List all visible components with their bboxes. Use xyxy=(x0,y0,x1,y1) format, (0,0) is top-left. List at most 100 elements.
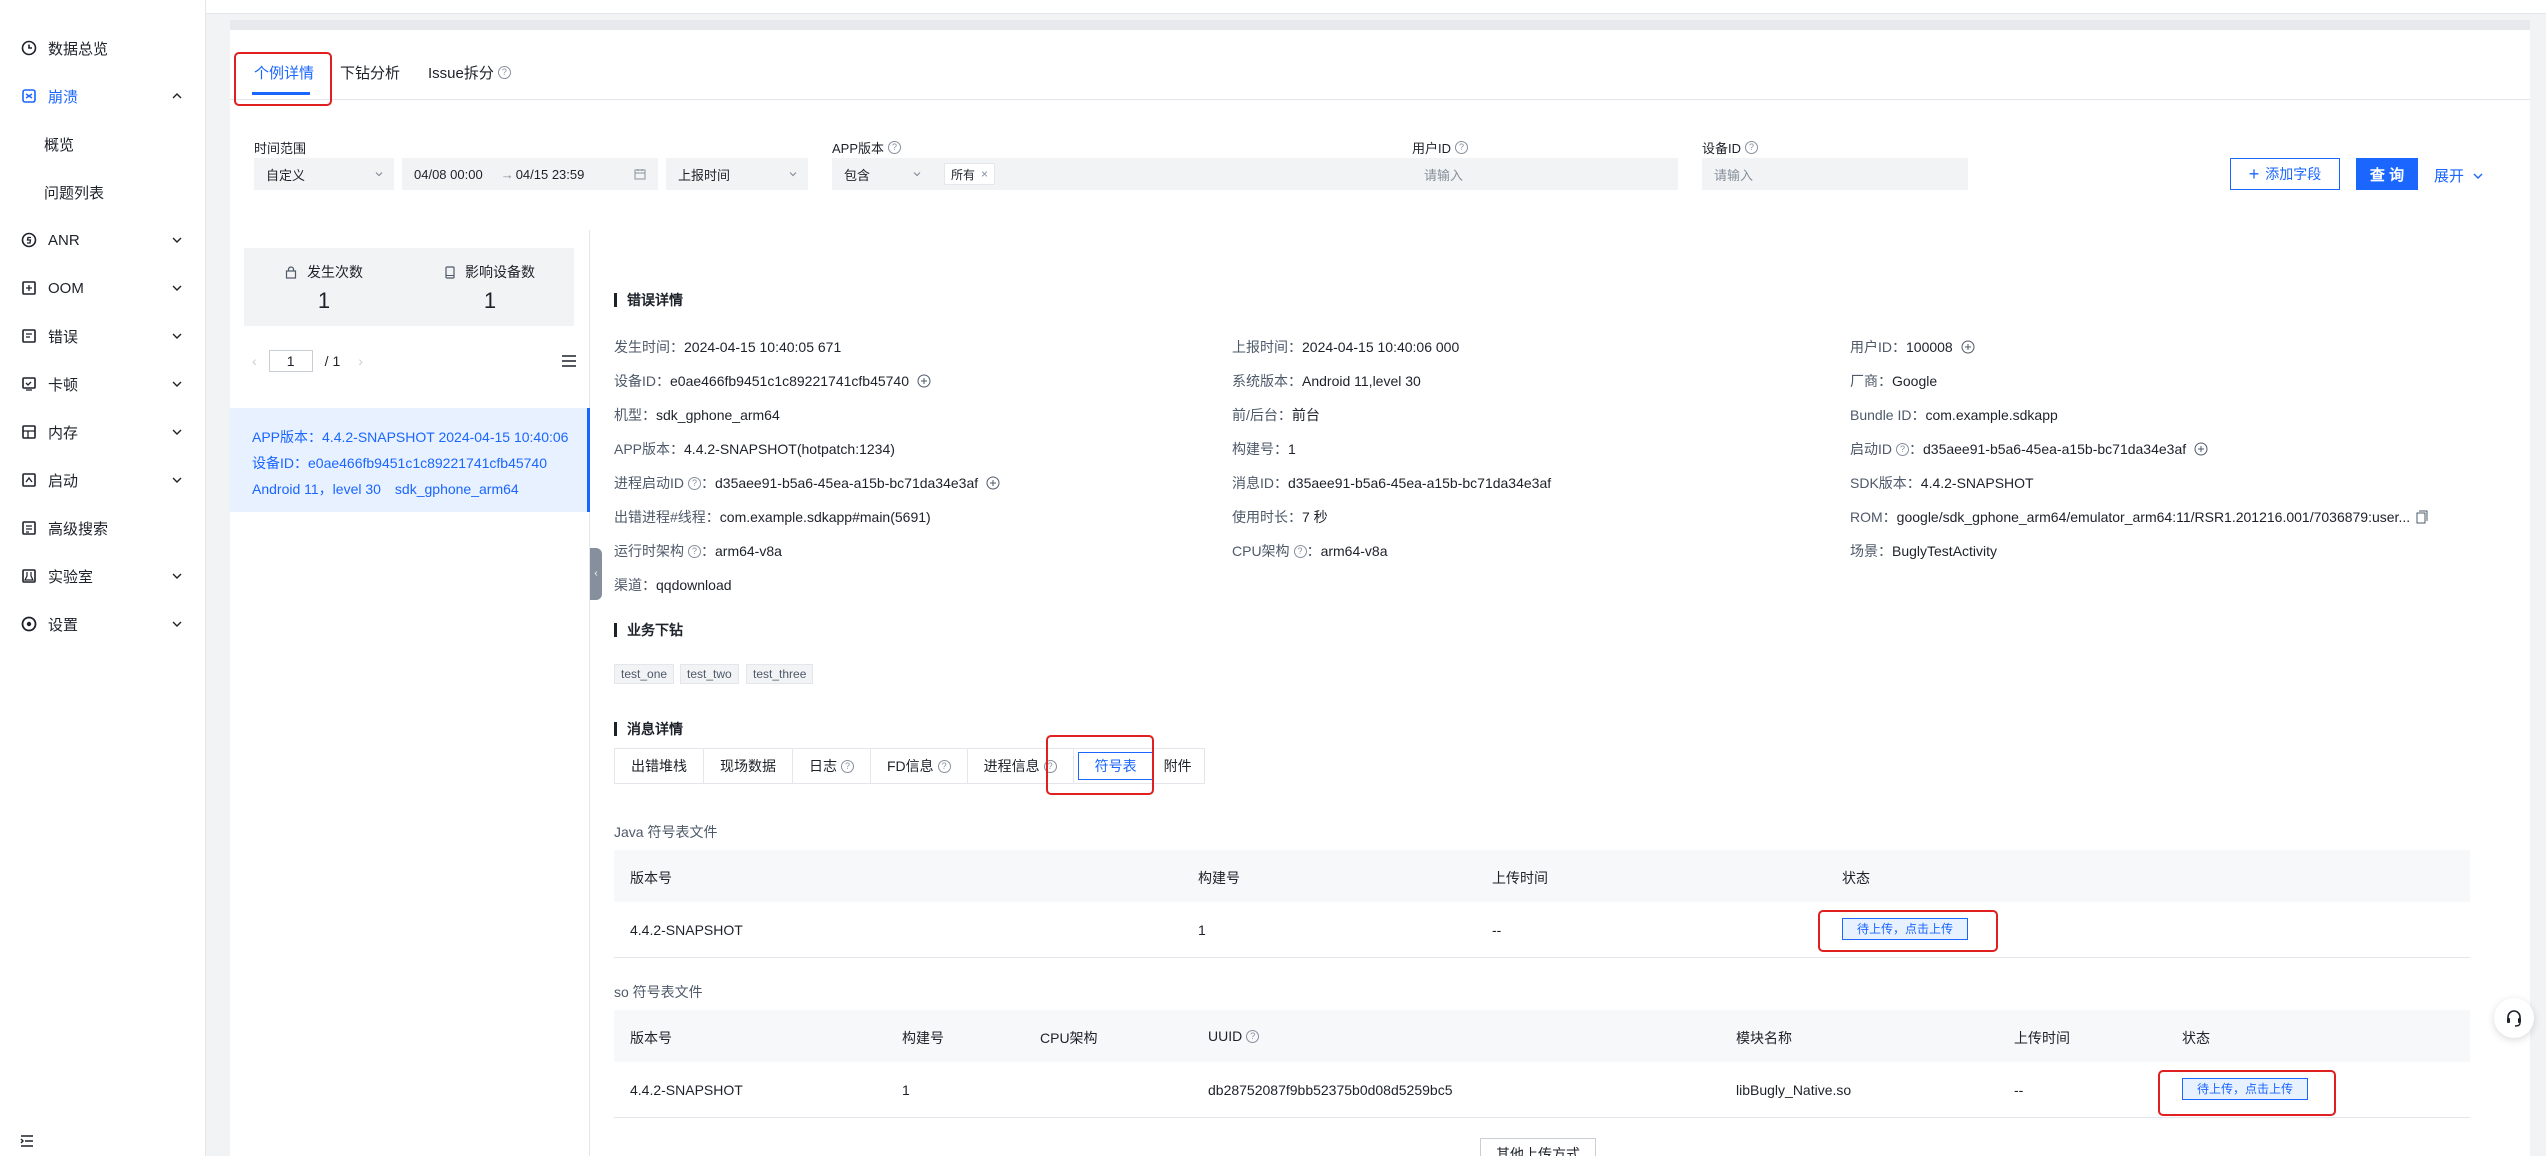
sidebar-item-issue-list[interactable]: 问题列表 xyxy=(0,172,206,212)
collapse-panel-handle[interactable]: ‹ xyxy=(590,548,602,600)
user-id-placeholder: 请输入 xyxy=(1424,167,1464,183)
menu-collapse-icon[interactable] xyxy=(18,1132,36,1150)
colon: ： xyxy=(701,543,715,559)
process-launch-id: 进程启动ID?： d35aee91-b5a6-45ea-a15b-bc71da34… xyxy=(614,473,1000,493)
sidebar-item-oom[interactable]: OOM xyxy=(0,268,206,308)
time-range-select[interactable]: 自定义 xyxy=(254,158,394,190)
user-id-input[interactable]: 请输入 xyxy=(1412,158,1678,190)
column-header: 构建号 xyxy=(902,1030,944,1046)
channel: 渠道： qqdownload xyxy=(614,575,732,595)
report-time-value: 2024-04-15 10:40:06 000 xyxy=(1302,339,1460,355)
sidebar-item-advanced-search[interactable]: 高级搜索 xyxy=(0,508,206,548)
clock-icon xyxy=(20,39,38,57)
query-button[interactable]: 查 询 xyxy=(2356,158,2418,190)
column-header: 状态 xyxy=(1842,870,1870,886)
page-total: / 1 xyxy=(324,353,341,369)
sidebar-item-label: 问题列表 xyxy=(44,184,105,202)
list-icon[interactable] xyxy=(561,354,577,368)
message-id-value: d35aee91-b5a6-45ea-a15b-bc71da34e3af xyxy=(1288,475,1552,491)
lock-icon xyxy=(285,265,297,279)
add-filter-icon[interactable] xyxy=(1961,340,1975,354)
time-type-value: 上报时间 xyxy=(678,167,731,183)
page-input[interactable]: 1 xyxy=(268,350,313,372)
foreground: 前/后台： 前台 xyxy=(1232,405,1320,425)
device-id-input[interactable]: 请输入 xyxy=(1702,158,1968,190)
add-field-button[interactable]: + 添加字段 xyxy=(2230,158,2340,190)
os-version-value: Android 11,level 30 xyxy=(1302,373,1421,389)
sidebar-item-label: 实验室 xyxy=(48,568,94,586)
sidebar-item-anr[interactable]: ANR xyxy=(0,220,206,260)
pager: ‹ 1 / 1 › xyxy=(252,350,363,372)
add-filter-icon[interactable] xyxy=(917,374,931,388)
sidebar-item-crash-overview[interactable]: 概览 xyxy=(0,124,206,164)
sidebar-item-lab[interactable]: 实验室 xyxy=(0,556,206,596)
app-version-tag[interactable]: 所有 × xyxy=(944,163,996,185)
main-content: 个例详情 下钻分析 Issue拆分? 时间范围 自定义 04/08 00:00 … xyxy=(230,30,2530,1156)
other-upload-button[interactable]: 其他上传方式 xyxy=(1480,1138,1596,1156)
so-table-caption: so 符号表文件 xyxy=(614,984,703,1000)
tab-fd[interactable]: FD信息? xyxy=(871,749,968,783)
app-version-op-select[interactable]: 包含 xyxy=(832,158,932,190)
app-version-op: 包含 xyxy=(844,167,871,183)
message-id-key: 消息ID： xyxy=(1232,475,1288,491)
vendor-value: Google xyxy=(1892,373,1938,389)
model: 机型： sdk_gphone_arm64 xyxy=(614,405,780,425)
app-version-select[interactable]: 所有 × xyxy=(932,158,1412,190)
tab-stack[interactable]: 出错堆栈 xyxy=(615,749,704,783)
sidebar-item-memory[interactable]: 内存 xyxy=(0,412,206,452)
add-filter-icon[interactable] xyxy=(2194,442,2208,456)
tab-attachment[interactable]: 附件 xyxy=(1158,749,1204,783)
close-icon[interactable]: × xyxy=(981,167,988,181)
occur-time: 发生时间： 2024-04-15 10:40:05 671 xyxy=(614,337,841,357)
time-type-select[interactable]: 上报时间 xyxy=(666,158,808,190)
sidebar-item-error[interactable]: 错误 xyxy=(0,316,206,356)
tab-scene-data[interactable]: 现场数据 xyxy=(704,749,793,783)
prev-page-icon[interactable]: ‹ xyxy=(252,353,257,369)
chevron-down-icon xyxy=(789,172,797,177)
column-header: 上传时间 xyxy=(2014,1030,2070,1046)
message-id: 消息ID： d35aee91-b5a6-45ea-a15b-bc71da34e3a… xyxy=(1232,473,1551,493)
help-icon: ? xyxy=(688,476,701,490)
launch-id-key: 启动ID xyxy=(1850,441,1892,457)
occurrences-value: 1 xyxy=(317,288,331,313)
case-device-info: Android 11，level 30 sdk_gphone_arm64 xyxy=(252,481,519,497)
add-filter-icon[interactable] xyxy=(986,476,1000,490)
expand-button[interactable]: 展开 xyxy=(2434,165,2484,186)
business-tag[interactable]: test_two xyxy=(680,664,739,684)
support-button[interactable] xyxy=(2494,998,2534,1038)
next-page-icon[interactable]: › xyxy=(358,353,363,369)
help-icon: ? xyxy=(497,66,511,79)
sidebar-item-launch[interactable]: 启动 xyxy=(0,460,206,500)
sidebar-item-overview[interactable]: 数据总览 xyxy=(0,28,206,68)
message-title: 消息详情 xyxy=(614,722,683,736)
tab-drill[interactable]: 下钻分析 xyxy=(340,62,400,83)
highlight-box xyxy=(1046,735,1154,795)
scene-key: 场景： xyxy=(1850,543,1892,559)
user-id-key: 用户ID： xyxy=(1850,339,1906,355)
cpu-arch: CPU架构?： arm64-v8a xyxy=(1232,541,1387,561)
java-symbol-table: 版本号 构建号 上传时间 状态 4.4.2-SNAPSHOT 1 -- 待上传，… xyxy=(614,850,2470,958)
highlight-box xyxy=(234,52,332,106)
tab-log-label: 日志 xyxy=(809,758,837,774)
date-range-picker[interactable]: 04/08 00:00 → 04/15 23:59 xyxy=(402,158,658,190)
lab-icon xyxy=(20,567,38,585)
business-tag[interactable]: test_one xyxy=(614,664,675,684)
column-header: 版本号 xyxy=(630,870,672,886)
tab-issue[interactable]: Issue拆分? xyxy=(428,62,511,83)
column-header: UUID? xyxy=(1208,1028,1260,1044)
build-number-value: 1 xyxy=(1288,441,1296,457)
sidebar-item-crash[interactable]: 崩溃 xyxy=(0,76,206,116)
business-tag[interactable]: test_three xyxy=(746,664,814,684)
copy-icon[interactable] xyxy=(2416,510,2428,524)
app-version-key: APP版本： xyxy=(614,441,685,457)
occurrences-stat: 发生次数 1 xyxy=(244,262,404,314)
sidebar-item-lag[interactable]: 卡顿 xyxy=(0,364,206,404)
cell-build: 1 xyxy=(902,1082,910,1098)
column-header: CPU架构 xyxy=(1040,1030,1098,1046)
sidebar-item-settings[interactable]: 设置 xyxy=(0,604,206,644)
error-icon xyxy=(20,327,38,345)
device-id-value: e0ae466fb9451c1c89221741cfb45740 xyxy=(670,373,910,389)
case-item[interactable]: APP版本：4.4.2-SNAPSHOT 2024-04-15 10:40:06… xyxy=(230,408,590,512)
tab-log[interactable]: 日志? xyxy=(793,749,871,783)
foreground-value: 前台 xyxy=(1291,407,1320,423)
